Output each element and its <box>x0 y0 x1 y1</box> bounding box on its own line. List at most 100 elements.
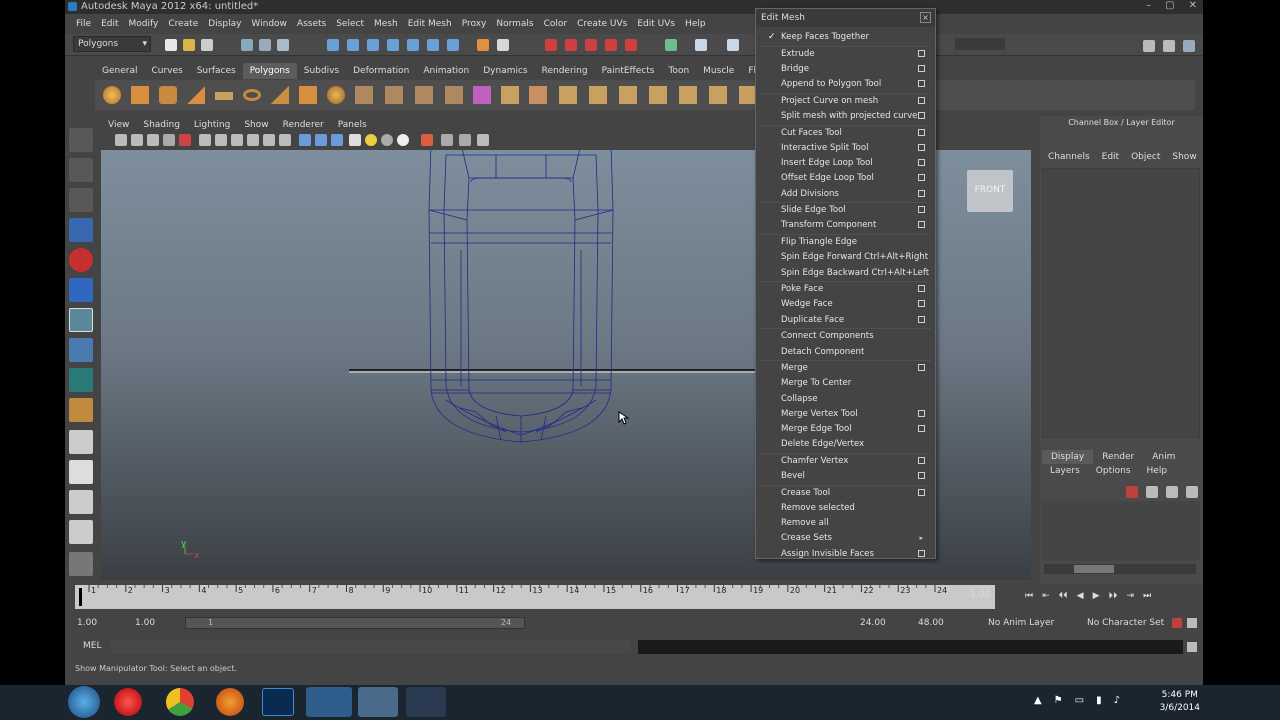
range-slider[interactable]: 1 24 <box>185 617 525 629</box>
command-language-label[interactable]: MEL <box>83 641 101 651</box>
option-box-icon[interactable] <box>918 488 925 496</box>
chrome-icon[interactable] <box>166 688 194 716</box>
smooth-shade-icon[interactable] <box>315 134 327 146</box>
minimize-button[interactable]: – <box>1146 0 1151 11</box>
current-time-indicator[interactable] <box>79 588 82 606</box>
save-scene-icon[interactable] <box>201 39 213 51</box>
poly-prism-icon[interactable] <box>271 86 289 104</box>
four-pane-icon[interactable] <box>69 460 93 484</box>
edit-mesh-item[interactable]: Slide Edge Tool <box>756 203 935 217</box>
soft-mod-tool-icon[interactable] <box>69 338 93 362</box>
menu-proxy[interactable]: Proxy <box>457 16 492 32</box>
edit-mesh-item[interactable]: Chamfer Vertex <box>756 454 935 468</box>
poly-cube-icon[interactable] <box>131 86 149 104</box>
range-max-field[interactable]: 48.00 <box>918 618 944 628</box>
extrude-icon[interactable] <box>529 86 547 104</box>
bookmark-icon[interactable] <box>147 134 159 146</box>
menu-select[interactable]: Select <box>331 16 369 32</box>
channel-list[interactable] <box>1042 168 1200 438</box>
camera-attr-icon[interactable] <box>131 134 143 146</box>
extract-icon[interactable] <box>415 86 433 104</box>
separate-icon[interactable] <box>385 86 403 104</box>
option-box-icon[interactable] <box>918 96 925 104</box>
panel-menu-shading[interactable]: Shading <box>136 118 187 132</box>
edit-mesh-item[interactable]: Merge Vertex Tool <box>756 407 935 421</box>
tray-arrow-icon[interactable]: ▲ <box>1034 695 1042 706</box>
layer-list[interactable] <box>1042 501 1200 561</box>
edit-mesh-item[interactable]: Cut Faces Tool <box>756 126 935 140</box>
snap-plane-icon[interactable] <box>387 39 399 51</box>
option-box-icon[interactable] <box>918 472 925 480</box>
poly-sphere-icon[interactable] <box>103 86 121 104</box>
poly-pipe-icon[interactable] <box>327 86 345 104</box>
layer-menu-help[interactable]: Help <box>1139 466 1176 476</box>
grid-icon[interactable] <box>179 134 191 146</box>
graph-layout-icon[interactable] <box>69 552 93 576</box>
poly-pyramid-icon[interactable] <box>299 86 317 104</box>
menu-create-uvs[interactable]: Create UVs <box>572 16 632 32</box>
new-scene-icon[interactable] <box>165 39 177 51</box>
snap-curve-icon[interactable] <box>347 39 359 51</box>
open-scene-icon[interactable] <box>183 39 195 51</box>
option-box-icon[interactable] <box>918 300 925 308</box>
menu-help[interactable]: Help <box>680 16 711 32</box>
bridge-icon[interactable] <box>559 86 577 104</box>
xray-components-icon[interactable] <box>477 134 489 146</box>
edit-mesh-item[interactable]: Assign Invisible Faces <box>756 547 935 561</box>
layer-scrollbar-thumb[interactable] <box>1074 565 1114 573</box>
step-back-frame-icon[interactable]: ⇤ <box>1042 591 1050 601</box>
option-box-icon[interactable] <box>918 315 925 323</box>
layer-tab-render[interactable]: Render <box>1093 450 1143 464</box>
anim-layer-dropdown[interactable]: No Anim Layer <box>988 618 1054 628</box>
bevel-icon[interactable] <box>709 86 727 104</box>
go-to-start-icon[interactable]: ⏮ <box>1025 591 1033 601</box>
rotate-tool-icon[interactable] <box>69 248 93 272</box>
edit-mesh-item[interactable]: Bevel <box>756 469 935 483</box>
shelf-tab-polygons[interactable]: Polygons <box>242 63 297 79</box>
option-box-icon[interactable] <box>918 143 925 151</box>
shadows-icon[interactable] <box>397 134 409 146</box>
option-box-icon[interactable] <box>918 49 925 57</box>
start-button-icon[interactable] <box>68 686 100 718</box>
resolution-gate-icon[interactable] <box>215 134 227 146</box>
poly-torus-icon[interactable] <box>243 89 261 101</box>
mirror-icon[interactable] <box>501 86 519 104</box>
field-chart-icon[interactable] <box>247 134 259 146</box>
option-box-icon[interactable] <box>918 364 925 372</box>
shelf-tab-animation[interactable]: Animation <box>416 63 476 79</box>
outliner-layout-icon[interactable] <box>69 520 93 544</box>
poly-plane-icon[interactable] <box>215 92 233 100</box>
offset-edge-loop-icon[interactable] <box>679 86 697 104</box>
maya-taskbar-icon[interactable] <box>358 687 398 717</box>
shelf-tab-curves[interactable]: Curves <box>144 63 189 79</box>
menu-normals[interactable]: Normals <box>491 16 538 32</box>
option-box-icon[interactable] <box>918 159 925 167</box>
cb-menu-object[interactable]: Object <box>1125 152 1166 162</box>
new-layer-selected-icon[interactable] <box>1146 486 1158 498</box>
step-forward-key-icon[interactable]: ⏵⏵ <box>1109 591 1118 601</box>
script-editor-icon[interactable] <box>1187 642 1197 652</box>
time-slider[interactable]: 1 2 3 4 5 6 7 8 9 10 11 12 13 14 15 16 17 18 19 20 21 22 23 24 <box>75 585 995 609</box>
shelf-icon[interactable] <box>497 39 509 51</box>
split-icon[interactable] <box>619 86 637 104</box>
cb-menu-edit[interactable]: Edit <box>1096 152 1125 162</box>
layout-icon[interactable] <box>1143 40 1155 52</box>
menu-modify[interactable]: Modify <box>124 16 164 32</box>
select-component-icon[interactable] <box>277 39 289 51</box>
combine-icon[interactable] <box>355 86 373 104</box>
panel-menu-lighting[interactable]: Lighting <box>187 118 237 132</box>
film-gate-icon[interactable] <box>199 134 211 146</box>
select-hierarchy-icon[interactable] <box>241 39 253 51</box>
move-tool-icon[interactable] <box>69 218 93 242</box>
ipr-render-icon[interactable] <box>565 39 577 51</box>
option-box-icon[interactable] <box>918 189 925 197</box>
option-box-icon[interactable] <box>918 112 925 119</box>
shelf-tab-rendering[interactable]: Rendering <box>535 63 595 79</box>
toggle-panel-icon[interactable] <box>695 39 707 51</box>
layer-menu-options[interactable]: Options <box>1088 466 1139 476</box>
cb-menu-channels[interactable]: Channels <box>1042 152 1096 162</box>
opera-icon[interactable] <box>114 688 142 716</box>
maximize-button[interactable]: ▢ <box>1165 0 1174 11</box>
wireframe-icon[interactable] <box>299 134 311 146</box>
play-forwards-icon[interactable]: ▶ <box>1093 591 1100 601</box>
